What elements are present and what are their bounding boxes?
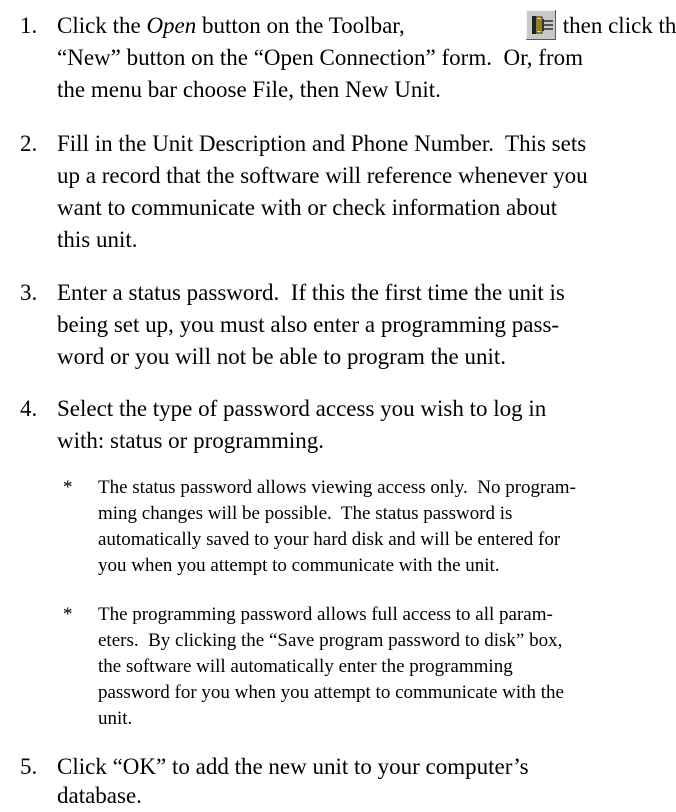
step-2-line-2: up a record that the software will refer… — [57, 163, 588, 188]
note-line: you when you attempt to communicate with… — [98, 555, 500, 576]
note-line: password for you when you attempt to com… — [98, 682, 564, 703]
step-1-line-3: the menu bar choose File, then New Unit. — [57, 77, 441, 102]
note-line: unit. — [98, 708, 133, 729]
step-3-line-3: word or you will not be able to program … — [57, 344, 507, 369]
open-button-name: Open — [146, 13, 197, 38]
step-5-line-1: Click “OK” to add the new unit to your c… — [57, 754, 529, 779]
note-line: The programming password allows full acc… — [98, 604, 553, 625]
step-3-line-1: Enter a status password. If this the fir… — [57, 280, 565, 305]
note-bullet: * — [63, 604, 73, 625]
step-number: 4. — [20, 396, 38, 421]
step-text: Click the — [57, 13, 147, 38]
step-3-line-2: being set up, you must also enter a prog… — [57, 312, 560, 337]
step-number: 1. — [20, 13, 38, 38]
open-connection-icon — [526, 10, 556, 40]
note-line: automatically saved to your hard disk an… — [98, 529, 561, 550]
step-1-line-1-end: then click the — [557, 13, 676, 38]
note-line: the software will automatically enter th… — [98, 656, 513, 677]
note-line: ming changes will be possible. The statu… — [98, 503, 513, 524]
note-line: eters. By clicking the “Save program pas… — [98, 630, 563, 651]
step-number: 2. — [20, 131, 38, 156]
note-bullet: * — [63, 477, 73, 498]
step-1-line-2: “New” button on the “Open Connection” fo… — [57, 45, 584, 70]
step-5-line-2: database. — [57, 783, 142, 808]
step-2-line-1: Fill in the Unit Description and Phone N… — [57, 131, 587, 156]
step-text: button on the Toolbar, — [196, 13, 411, 38]
step-4-line-1: Select the type of password access you w… — [57, 396, 547, 421]
step-1-line-1: Click the Open button on the Toolbar, — [57, 10, 411, 42]
step-number: 5. — [20, 754, 38, 779]
step-number: 3. — [20, 280, 38, 305]
note-line: The status password allows viewing acces… — [98, 477, 576, 498]
step-4-line-2: with: status or programming. — [57, 428, 325, 453]
step-2-line-3: want to communicate with or check inform… — [57, 195, 558, 220]
step-2-line-4: this unit. — [57, 227, 138, 252]
